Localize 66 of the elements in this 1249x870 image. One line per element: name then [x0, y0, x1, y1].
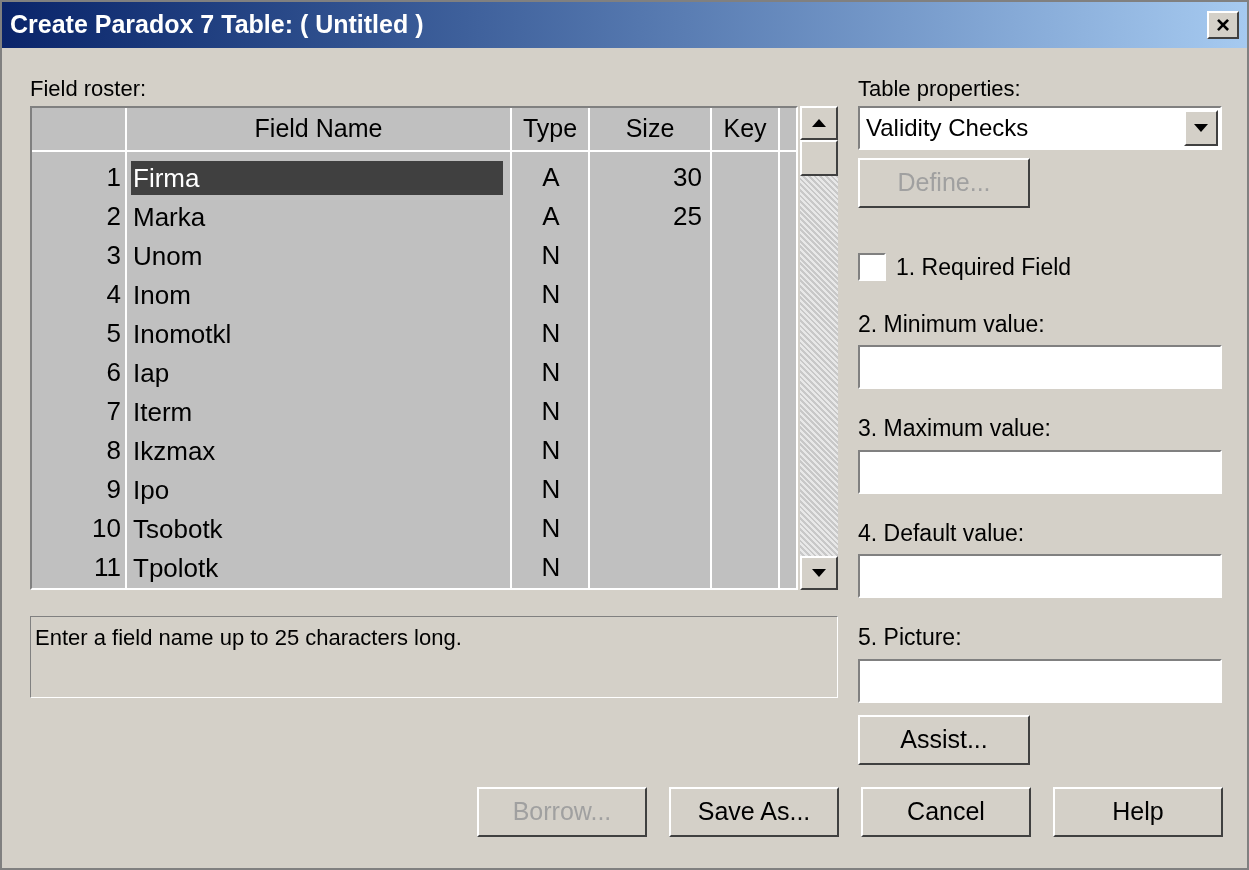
- column-header[interactable]: Field Name: [127, 108, 512, 150]
- type-cell-text: N: [540, 395, 562, 428]
- type-cell-text: A: [541, 161, 561, 194]
- type-cell-text: N: [540, 434, 562, 467]
- row-number: 3: [105, 239, 122, 272]
- row-number: 5: [105, 317, 122, 350]
- row-number: 1: [105, 161, 122, 194]
- field-name-cell[interactable]: Ipo: [131, 472, 503, 507]
- field-roster-label: Field roster:: [30, 75, 148, 102]
- close-button[interactable]: ×: [1207, 11, 1239, 39]
- field-name-cell[interactable]: Inom: [131, 277, 503, 312]
- field-name-cell[interactable]: Unom: [131, 238, 503, 273]
- type-cell-text: N: [540, 356, 562, 389]
- required-field-label: 1. Required Field: [896, 253, 1072, 282]
- row-number: 6: [105, 356, 122, 389]
- required-field-checkbox[interactable]: [858, 253, 886, 282]
- dialog-button[interactable]: Save As...: [669, 786, 839, 837]
- column-header[interactable]: Size: [590, 108, 712, 150]
- type-cell-text: N: [540, 512, 562, 545]
- assist-button[interactable]: Assist...: [858, 714, 1030, 765]
- field-name-cell[interactable]: Tpolotk: [131, 550, 503, 585]
- size-cell: 30: [673, 162, 702, 192]
- column-header[interactable]: Type: [512, 108, 590, 150]
- hint-text: Enter a field name up to 25 characters long.: [35, 625, 462, 650]
- row-number: 4: [105, 278, 122, 311]
- input-field[interactable]: [858, 658, 1222, 703]
- row-number: 2: [105, 200, 122, 233]
- type-cell-text: N: [540, 473, 562, 506]
- field-label: 2. Minimum value:: [858, 309, 1046, 339]
- type-cell-text: A: [541, 200, 561, 233]
- scroll-down-button[interactable]: [800, 556, 838, 590]
- size-cell: 25: [673, 201, 702, 231]
- scrollbar[interactable]: [800, 106, 838, 590]
- up-arrow-icon: [812, 119, 827, 127]
- row-number: 8: [105, 434, 122, 467]
- input-field[interactable]: [858, 345, 1222, 389]
- field-name-cell[interactable]: Iterm: [131, 394, 503, 429]
- field-name-cell[interactable]: Inomotkl: [131, 316, 503, 351]
- field-name-cell[interactable]: Firma: [131, 160, 503, 195]
- field-label: 3. Maximum value:: [858, 414, 1052, 443]
- row-number: 9: [105, 473, 122, 506]
- dialog-button[interactable]: Cancel: [861, 786, 1031, 837]
- type-cell-text: N: [540, 278, 562, 311]
- field-name-cell[interactable]: Tsobotk: [131, 511, 503, 546]
- field-name-cell[interactable]: Ikzmax: [131, 433, 503, 468]
- down-arrow-icon: [812, 569, 827, 577]
- type-cell-text: N: [540, 239, 562, 272]
- scroll-up-button[interactable]: [800, 106, 838, 140]
- row-number: 10: [91, 512, 122, 545]
- input-field[interactable]: [858, 449, 1222, 494]
- type-cell-text: N: [540, 317, 562, 350]
- input-field[interactable]: [858, 554, 1222, 598]
- row-number: 11: [93, 551, 122, 584]
- field-label: 5. Picture:: [858, 623, 963, 652]
- table-properties-label: Table properties:: [858, 75, 1022, 102]
- field-name-cell[interactable]: Iap: [131, 355, 503, 390]
- window-title: Create Paradox 7 Table: ( Untitled ): [10, 9, 424, 41]
- dropdown-arrow-icon: [1194, 124, 1208, 132]
- column-header[interactable]: Key: [712, 108, 780, 150]
- dialog-button[interactable]: Help: [1053, 786, 1223, 837]
- field-name-cell[interactable]: Marka: [131, 199, 503, 234]
- type-cell-text: N: [540, 551, 562, 584]
- row-number: 7: [105, 395, 122, 428]
- scroll-thumb[interactable]: [800, 140, 838, 176]
- field-label: 4. Default value:: [858, 518, 1026, 548]
- table-properties-dropdown[interactable]: Validity Checks: [858, 106, 1222, 150]
